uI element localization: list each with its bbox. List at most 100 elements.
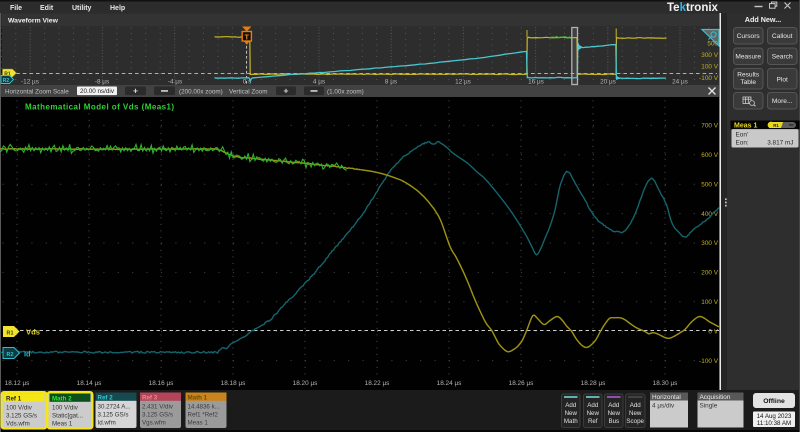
svg-text:Id.wfm: Id.wfm — [98, 420, 116, 427]
svg-text:20 µs: 20 µs — [600, 79, 616, 86]
svg-text:600 V: 600 V — [701, 152, 718, 159]
svg-text:R2: R2 — [7, 352, 14, 358]
svg-text:Meas 1: Meas 1 — [188, 420, 209, 427]
svg-text:Offline: Offline — [763, 398, 785, 405]
svg-text:R2: R2 — [3, 78, 10, 84]
svg-text:4 µs: 4 µs — [313, 79, 325, 86]
svg-text:100 V: 100 V — [701, 63, 718, 70]
svg-text:4 µs/div: 4 µs/div — [652, 403, 675, 410]
svg-text:Add: Add — [608, 402, 620, 409]
svg-text:+: + — [133, 86, 138, 96]
svg-text:700 V: 700 V — [701, 123, 718, 130]
svg-text:Static[gat...: Static[gat... — [52, 412, 83, 419]
svg-text:Measure: Measure — [735, 54, 761, 61]
svg-text:18.28 µs: 18.28 µs — [581, 380, 606, 387]
svg-text:30.2724 A...: 30.2724 A... — [98, 404, 131, 411]
svg-text:3.817 mJ: 3.817 mJ — [767, 139, 793, 146]
svg-text:Waveform View: Waveform View — [8, 18, 59, 25]
svg-text:3.125 GS/s: 3.125 GS/s — [6, 412, 37, 419]
svg-text:300 V: 300 V — [701, 52, 718, 59]
svg-text:More...: More... — [772, 98, 793, 105]
svg-text:File: File — [10, 5, 22, 12]
svg-text:3.125 GS/s: 3.125 GS/s — [98, 412, 129, 419]
svg-text:Results: Results — [737, 72, 760, 79]
svg-text:18.30 µs: 18.30 µs — [653, 380, 678, 387]
svg-text:Vgs.wfm: Vgs.wfm — [142, 420, 166, 427]
svg-text:-100 V: -100 V — [699, 358, 719, 365]
svg-text:200 V: 200 V — [701, 270, 718, 277]
svg-text:Vertical Zoom: Vertical Zoom — [229, 89, 268, 96]
svg-text:Meas 1: Meas 1 — [734, 123, 757, 130]
svg-text:18.20 µs: 18.20 µs — [293, 380, 318, 387]
svg-text:(1.00x zoom): (1.00x zoom) — [327, 89, 364, 96]
svg-text:R1: R1 — [773, 123, 779, 128]
svg-text:R1: R1 — [7, 330, 14, 336]
svg-text:3.125 GS/s: 3.125 GS/s — [142, 412, 173, 419]
svg-text:500: 500 — [707, 40, 718, 47]
svg-text:18.12 µs: 18.12 µs — [5, 380, 30, 387]
svg-text:New: New — [608, 410, 621, 417]
svg-text:18.24 µs: 18.24 µs — [437, 380, 462, 387]
svg-text:Mathematical Model of Vds (Mea: Mathematical Model of Vds (Meas1) — [25, 103, 175, 112]
svg-text:-12 µs: -12 µs — [21, 79, 39, 86]
svg-text:18.18 µs: 18.18 µs — [221, 380, 246, 387]
svg-text:8 µs: 8 µs — [385, 79, 397, 86]
svg-text:T: T — [245, 34, 250, 41]
svg-text:Vds.wfm: Vds.wfm — [6, 420, 30, 427]
svg-text:14 Aug 2023: 14 Aug 2023 — [757, 413, 792, 420]
svg-text:Edit: Edit — [40, 5, 54, 12]
svg-text:-4 µs: -4 µs — [168, 79, 182, 86]
svg-text:Horizontal Zoom Scale: Horizontal Zoom Scale — [5, 89, 69, 96]
svg-text:Help: Help — [110, 5, 125, 12]
svg-text:Table: Table — [740, 79, 756, 86]
svg-text:Add: Add — [587, 402, 599, 409]
svg-text:Callout: Callout — [772, 33, 793, 40]
svg-text:0 V: 0 V — [708, 328, 718, 335]
svg-text:Horizontal: Horizontal — [652, 394, 681, 401]
svg-text:14.4836 k...: 14.4836 k... — [188, 404, 221, 411]
svg-text:100 V: 100 V — [701, 299, 718, 306]
svg-text:100 V/div: 100 V/div — [52, 404, 79, 411]
svg-text:Ref: Ref — [588, 418, 598, 425]
svg-text:18.16 µs: 18.16 µs — [149, 380, 174, 387]
svg-text:Add: Add — [630, 402, 642, 409]
svg-text:Add: Add — [565, 402, 577, 409]
svg-text:Scope: Scope — [626, 418, 644, 425]
svg-text:Search: Search — [772, 54, 793, 61]
svg-text:Ref 3: Ref 3 — [142, 395, 158, 402]
svg-text:24 µs: 24 µs — [672, 79, 688, 86]
svg-text:Ref1 *Ref2: Ref1 *Ref2 — [188, 412, 219, 419]
svg-text:-8 µs: -8 µs — [95, 79, 109, 86]
svg-text:Bus: Bus — [608, 418, 619, 425]
svg-text:11:10:38 AM: 11:10:38 AM — [757, 420, 791, 427]
svg-text:New: New — [565, 410, 578, 417]
svg-text:300 V: 300 V — [701, 240, 718, 247]
svg-text:New: New — [587, 410, 600, 417]
svg-text:Plot: Plot — [777, 77, 789, 84]
svg-text:Add New...: Add New... — [745, 15, 781, 24]
svg-text:Math 2: Math 2 — [52, 395, 72, 402]
svg-text:Math: Math — [564, 418, 578, 425]
svg-text:Utility: Utility — [72, 5, 92, 12]
svg-text:2.431 V/div: 2.431 V/div — [142, 404, 174, 411]
svg-text:500 V: 500 V — [701, 181, 718, 188]
svg-text:12 µs: 12 µs — [455, 79, 471, 86]
svg-text:+: + — [284, 86, 289, 96]
svg-text:Math 1: Math 1 — [188, 395, 208, 402]
svg-text:Vds: Vds — [26, 328, 40, 337]
svg-text:Id: Id — [24, 350, 31, 359]
svg-text:Acquisition: Acquisition — [700, 394, 731, 401]
svg-text:New: New — [629, 410, 642, 417]
svg-text:-100 V: -100 V — [699, 75, 719, 82]
svg-text:18.14 µs: 18.14 µs — [77, 380, 102, 387]
svg-text:16 µs: 16 µs — [528, 79, 544, 86]
svg-text:18.22 µs: 18.22 µs — [365, 380, 390, 387]
svg-text:Eon:: Eon: — [736, 139, 749, 146]
svg-text:Cursors: Cursors — [737, 33, 761, 40]
svg-text:Meas 1: Meas 1 — [52, 420, 73, 427]
svg-text:Single: Single — [700, 403, 718, 410]
svg-text:Ref 2: Ref 2 — [98, 395, 114, 402]
svg-text:Ref 1: Ref 1 — [6, 395, 22, 402]
svg-text:Eon': Eon' — [736, 131, 749, 138]
svg-text:20.00 ns/div: 20.00 ns/div — [80, 88, 115, 95]
